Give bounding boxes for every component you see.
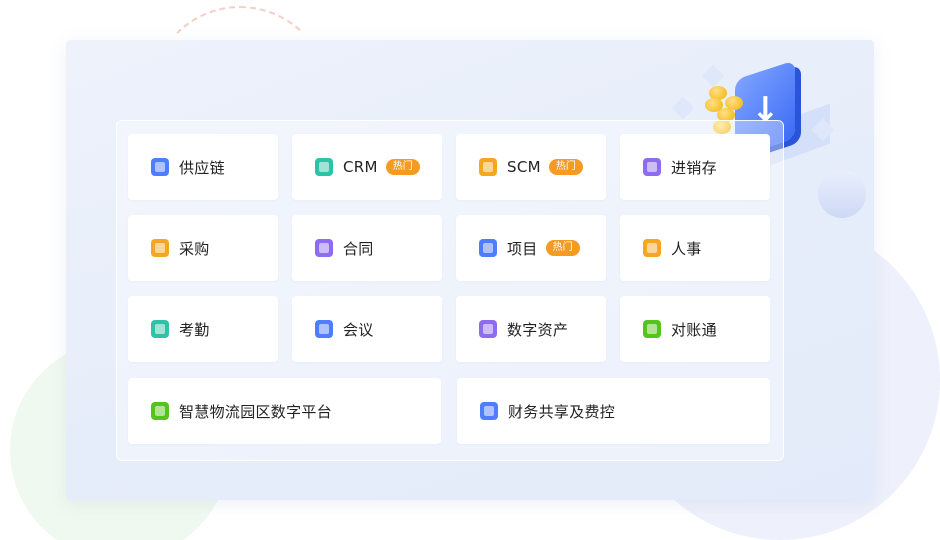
module-card[interactable]: 数字资产: [456, 296, 606, 362]
module-card[interactable]: 考勤: [128, 296, 278, 362]
scm-icon: [479, 158, 497, 176]
contract-icon: [315, 239, 333, 257]
diamond-decoration: [671, 96, 695, 120]
module-label: 人事: [671, 239, 702, 258]
module-card[interactable]: 采购: [128, 215, 278, 281]
bubble-decoration: [818, 170, 866, 218]
module-card[interactable]: 对账通: [620, 296, 770, 362]
module-label: 会议: [343, 320, 374, 339]
module-card[interactable]: 供应链: [128, 134, 278, 200]
module-label: 项目: [507, 239, 538, 258]
diamond-decoration: [701, 64, 725, 88]
digital-asset-icon: [479, 320, 497, 338]
crm-icon: [315, 158, 333, 176]
module-card[interactable]: 合同: [292, 215, 442, 281]
inventory-icon: [643, 158, 661, 176]
module-label: 智慧物流园区数字平台: [179, 402, 333, 421]
module-label: 合同: [343, 239, 374, 258]
module-label: 供应链: [179, 158, 225, 177]
diamond-decoration: [811, 118, 835, 142]
module-card[interactable]: 智慧物流园区数字平台: [128, 378, 441, 444]
hot-badge: 热门: [548, 159, 583, 175]
module-label: CRM: [343, 158, 378, 176]
coin-icon: [725, 96, 743, 110]
module-label: 采购: [179, 239, 210, 258]
module-label: 进销存: [671, 158, 717, 177]
hot-badge: 热门: [385, 159, 420, 175]
module-label: 财务共享及费控: [508, 402, 616, 421]
module-card[interactable]: 会议: [292, 296, 442, 362]
module-label: 考勤: [179, 320, 210, 339]
hot-badge: 热门: [545, 240, 580, 256]
module-card[interactable]: SCM 热门: [456, 134, 606, 200]
module-card[interactable]: 项目 热门: [456, 215, 606, 281]
module-label: 对账通: [671, 320, 717, 339]
attendance-icon: [151, 320, 169, 338]
finance-share-icon: [480, 402, 498, 420]
purchase-icon: [151, 239, 169, 257]
meeting-icon: [315, 320, 333, 338]
project-icon: [479, 239, 497, 257]
hr-icon: [643, 239, 661, 257]
module-card[interactable]: 财务共享及费控: [457, 378, 770, 444]
module-card[interactable]: CRM 热门: [292, 134, 442, 200]
logistics-park-icon: [151, 402, 169, 420]
supply-chain-icon: [151, 158, 169, 176]
module-label: SCM: [507, 158, 541, 176]
module-label: 数字资产: [507, 320, 569, 339]
reconciliation-icon: [643, 320, 661, 338]
module-card[interactable]: 进销存: [620, 134, 770, 200]
module-card[interactable]: 人事: [620, 215, 770, 281]
